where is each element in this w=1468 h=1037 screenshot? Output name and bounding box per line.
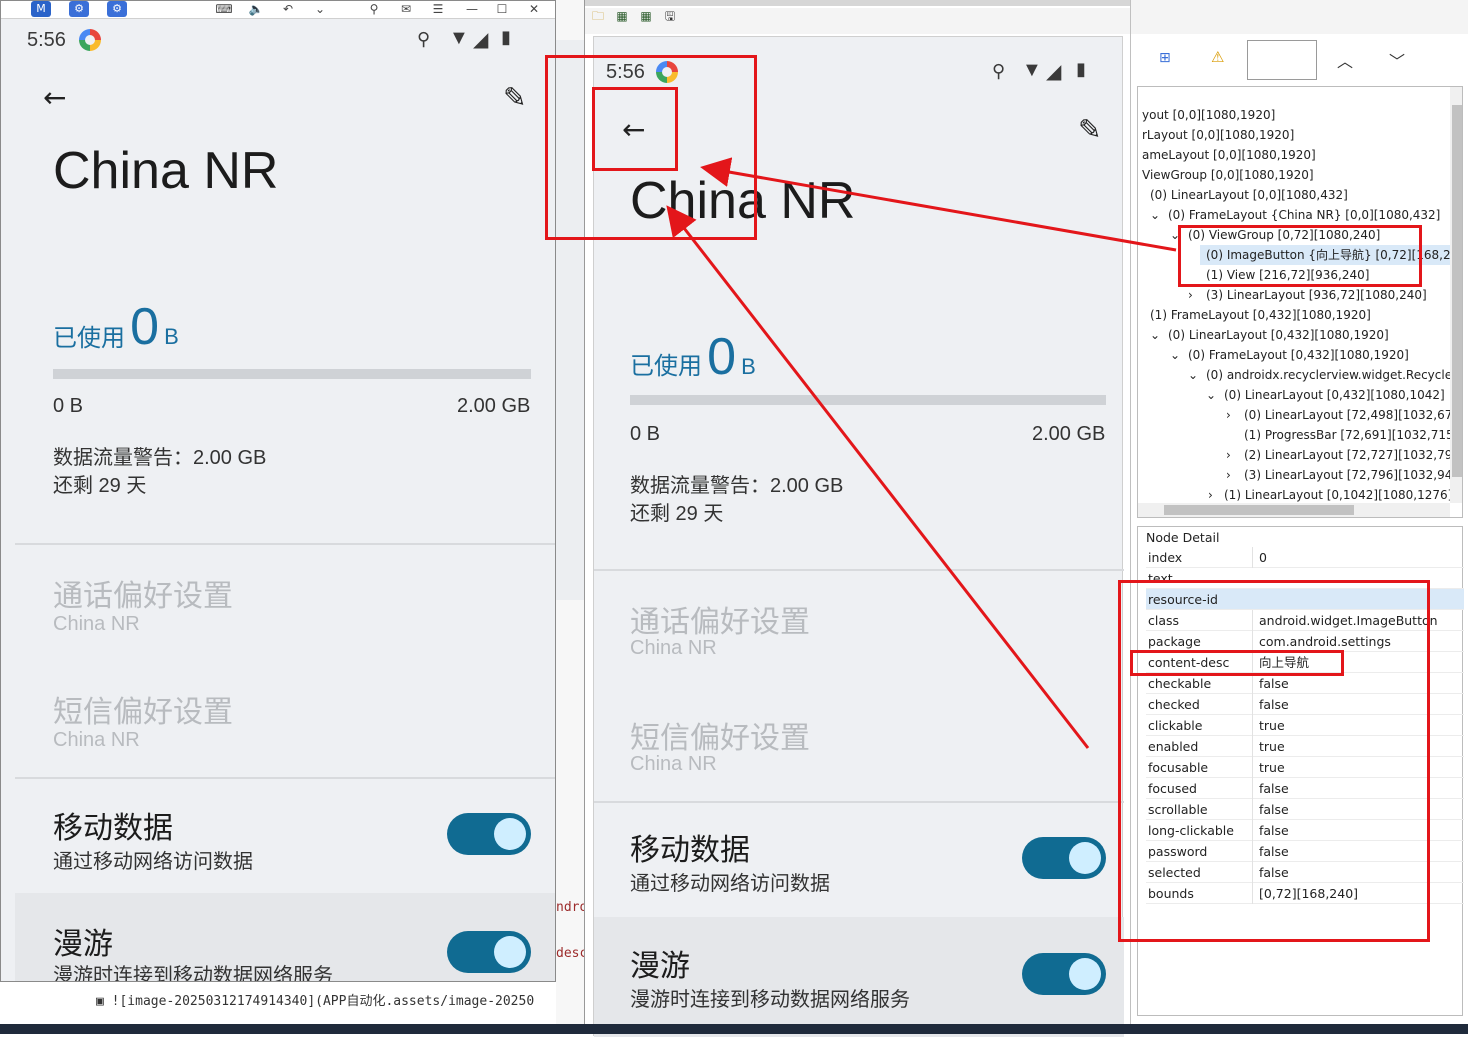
annotation-arrows	[666, 157, 1177, 749]
windows-taskbar	[0, 1024, 1468, 1034]
arrow-tree-to-back-button	[700, 157, 1177, 252]
arrow-detail-to-back-button	[666, 205, 1090, 749]
